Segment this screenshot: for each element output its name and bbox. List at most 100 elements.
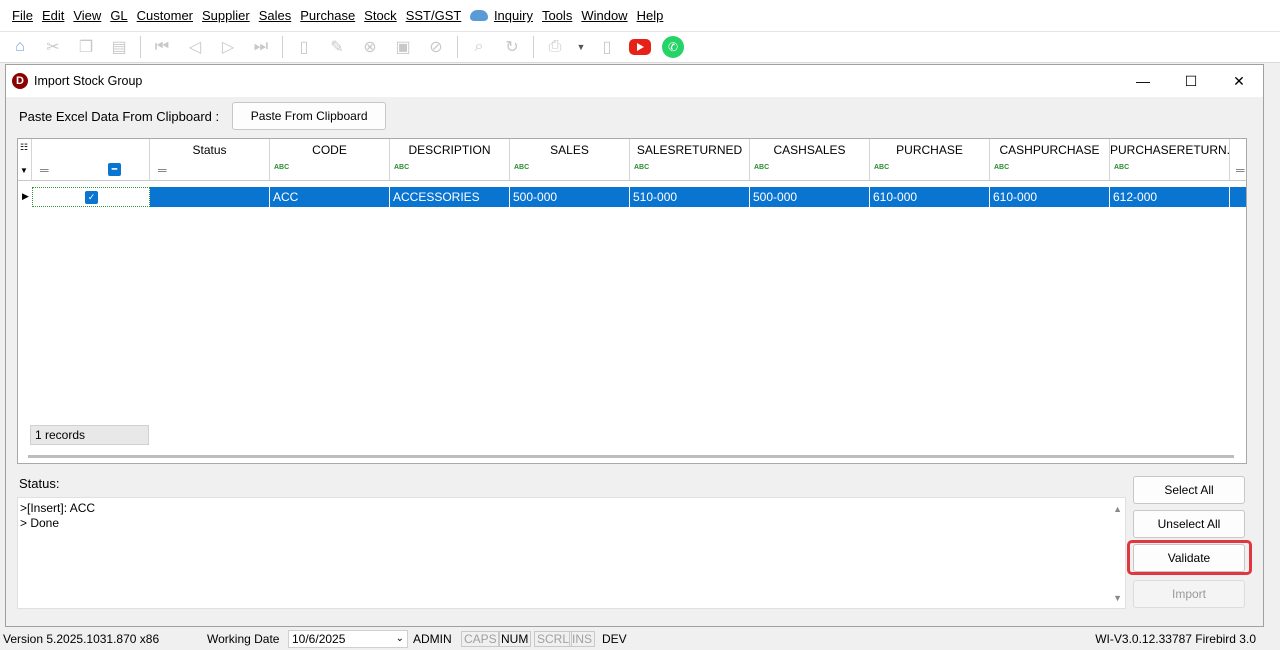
import-button[interactable]: Import <box>1133 580 1245 608</box>
column-chooser-icon[interactable]: ☷ ▼ <box>18 139 32 181</box>
cell-salesreturned[interactable]: 510-000 <box>630 187 750 207</box>
table-row[interactable]: ▶ ✓ ACC ACCESSORIES 500-000 510-000 500-… <box>18 187 1246 207</box>
status-bar: Version 5.2025.1031.870 x86 Working Date… <box>0 628 1280 650</box>
scrl-indicator: SCRL <box>534 631 573 647</box>
home-icon[interactable]: ⌂ <box>8 35 32 59</box>
cell-purchasereturned[interactable]: 612-000 <box>1110 187 1230 207</box>
first-record-icon[interactable]: ⏮ <box>150 35 174 59</box>
menu-sales[interactable]: Sales <box>259 8 292 23</box>
working-date-label: Working Date <box>207 632 280 646</box>
cut-icon[interactable]: ✂ <box>41 35 65 59</box>
menu-tools[interactable]: Tools <box>542 8 572 23</box>
filter-text-icon: ABC <box>994 164 1010 171</box>
app-logo-icon: D <box>12 73 28 89</box>
copy-icon[interactable]: ❐ <box>74 35 98 59</box>
toolbar-separator <box>140 36 141 58</box>
select-all-checkbox[interactable]: ━ <box>108 163 121 176</box>
last-record-icon[interactable]: ⏭ <box>249 35 273 59</box>
paste-label: Paste Excel Data From Clipboard : <box>19 108 220 124</box>
close-button[interactable]: ✕ <box>1215 65 1263 97</box>
caps-indicator: CAPS <box>461 631 500 647</box>
window-title: Import Stock Group <box>34 74 143 88</box>
filter-text-icon: ABC <box>1114 164 1130 171</box>
print-icon[interactable]: ⎙ <box>543 35 567 59</box>
column-header-status[interactable]: Status ═ <box>150 139 270 181</box>
menu-supplier[interactable]: Supplier <box>202 8 250 23</box>
save-icon[interactable]: ▣ <box>391 35 415 59</box>
horizontal-scrollbar[interactable] <box>28 455 1234 458</box>
toolbar-separator <box>282 36 283 58</box>
print-dropdown-icon[interactable]: ▼ <box>576 35 586 59</box>
menu-customer[interactable]: Customer <box>137 8 193 23</box>
cell-cashsales[interactable]: 500-000 <box>750 187 870 207</box>
menu-inquiry[interactable]: Inquiry <box>470 8 533 23</box>
menu-stock[interactable]: Stock <box>364 8 397 23</box>
cell-description[interactable]: ACCESSORIES <box>390 187 510 207</box>
cancel-icon[interactable]: ⊘ <box>424 35 448 59</box>
new-document-icon[interactable]: ▯ <box>292 35 316 59</box>
menu-edit[interactable]: Edit <box>42 8 64 23</box>
ins-indicator: INS <box>569 631 596 647</box>
unselect-all-button[interactable]: Unselect All <box>1133 510 1245 538</box>
next-record-icon[interactable]: ▷ <box>216 35 240 59</box>
column-header-cashsales[interactable]: CASHSALES ABC <box>750 139 870 181</box>
chevron-down-icon[interactable]: ⌄ <box>396 631 404 647</box>
youtube-icon[interactable] <box>628 35 652 59</box>
prev-record-icon[interactable]: ◁ <box>183 35 207 59</box>
column-header-overflow[interactable]: ═ <box>1230 139 1246 181</box>
delete-document-icon[interactable]: ⊗ <box>358 35 382 59</box>
cell-status[interactable] <box>150 187 270 207</box>
column-header-code[interactable]: CODE ABC <box>270 139 390 181</box>
status-line: >[Insert]: ACC <box>20 501 96 515</box>
filter-text-icon: ABC <box>754 164 770 171</box>
minimize-button[interactable]: — <box>1119 65 1167 97</box>
column-header-description[interactable]: DESCRIPTION ABC <box>390 139 510 181</box>
data-grid[interactable]: ☷ ▼ ═ ━ Status ═ CODE ABC DESCRIPTION ABC S… <box>17 138 1247 464</box>
version-text: Version 5.2025.1031.870 x86 <box>3 632 160 646</box>
filter-equals-icon: ═ <box>158 163 167 177</box>
menu-bar: File Edit View GL Customer Supplier Sale… <box>0 0 1280 32</box>
row-checkbox-cell[interactable]: ✓ <box>32 187 150 207</box>
database-info: WI-V3.0.12.33787 Firebird 3.0 <box>1095 632 1256 646</box>
filter-equals-icon: ═ <box>1236 163 1245 177</box>
menu-file[interactable]: File <box>12 8 33 23</box>
select-column-header[interactable]: ═ ━ <box>32 139 150 181</box>
filter-text-icon: ABC <box>394 164 410 171</box>
filter-text-icon: ABC <box>874 164 890 171</box>
cell-code[interactable]: ACC <box>270 187 390 207</box>
search-icon[interactable]: ⌕ <box>467 35 491 59</box>
menu-sst-gst[interactable]: SST/GST <box>406 8 462 23</box>
paste-from-clipboard-button[interactable]: Paste From Clipboard <box>232 102 387 130</box>
refresh-icon[interactable]: ↻ <box>500 35 524 59</box>
row-checkbox[interactable]: ✓ <box>85 191 98 204</box>
menu-gl[interactable]: GL <box>110 8 127 23</box>
menu-window[interactable]: Window <box>581 8 627 23</box>
column-header-sales[interactable]: SALES ABC <box>510 139 630 181</box>
menu-view[interactable]: View <box>73 8 101 23</box>
select-all-button[interactable]: Select All <box>1133 476 1245 504</box>
row-indicator-icon: ▶ <box>22 191 29 201</box>
cell-purchase[interactable]: 610-000 <box>870 187 990 207</box>
filter-text-icon: ABC <box>634 164 650 171</box>
working-date-field[interactable]: 10/6/2025 ⌄ <box>288 630 408 648</box>
toolbar: ⌂ ✂ ❐ ▤ ⏮ ◁ ▷ ⏭ ▯ ✎ ⊗ ▣ ⊘ ⌕ ↻ ⎙ ▼ ▯ ✆ <box>0 32 1280 63</box>
cell-sales[interactable]: 500-000 <box>510 187 630 207</box>
status-label: Status: <box>19 476 60 491</box>
column-header-cashpurchase[interactable]: CASHPURCHASE ABC <box>990 139 1110 181</box>
scroll-up-icon[interactable]: ▲ <box>1113 502 1122 517</box>
maximize-button[interactable]: ☐ <box>1167 65 1215 97</box>
paste-icon[interactable]: ▤ <box>107 35 131 59</box>
column-header-purchase[interactable]: PURCHASE ABC <box>870 139 990 181</box>
menu-purchase[interactable]: Purchase <box>300 8 355 23</box>
column-header-purchasereturned[interactable]: PURCHASERETURN... ABC <box>1110 139 1230 181</box>
cell-overflow[interactable] <box>1230 187 1246 207</box>
status-log[interactable]: >[Insert]: ACC > Done ▲ ▼ <box>17 497 1126 609</box>
menu-help[interactable]: Help <box>637 8 664 23</box>
whatsapp-icon[interactable]: ✆ <box>661 35 685 59</box>
column-header-salesreturned[interactable]: SALESRETURNED ABC <box>630 139 750 181</box>
import-stock-group-window: D Import Stock Group — ☐ ✕ Paste Excel D… <box>5 64 1264 627</box>
edit-document-icon[interactable]: ✎ <box>325 35 349 59</box>
scroll-down-icon[interactable]: ▼ <box>1113 591 1122 606</box>
preview-icon[interactable]: ▯ <box>595 35 619 59</box>
cell-cashpurchase[interactable]: 610-000 <box>990 187 1110 207</box>
